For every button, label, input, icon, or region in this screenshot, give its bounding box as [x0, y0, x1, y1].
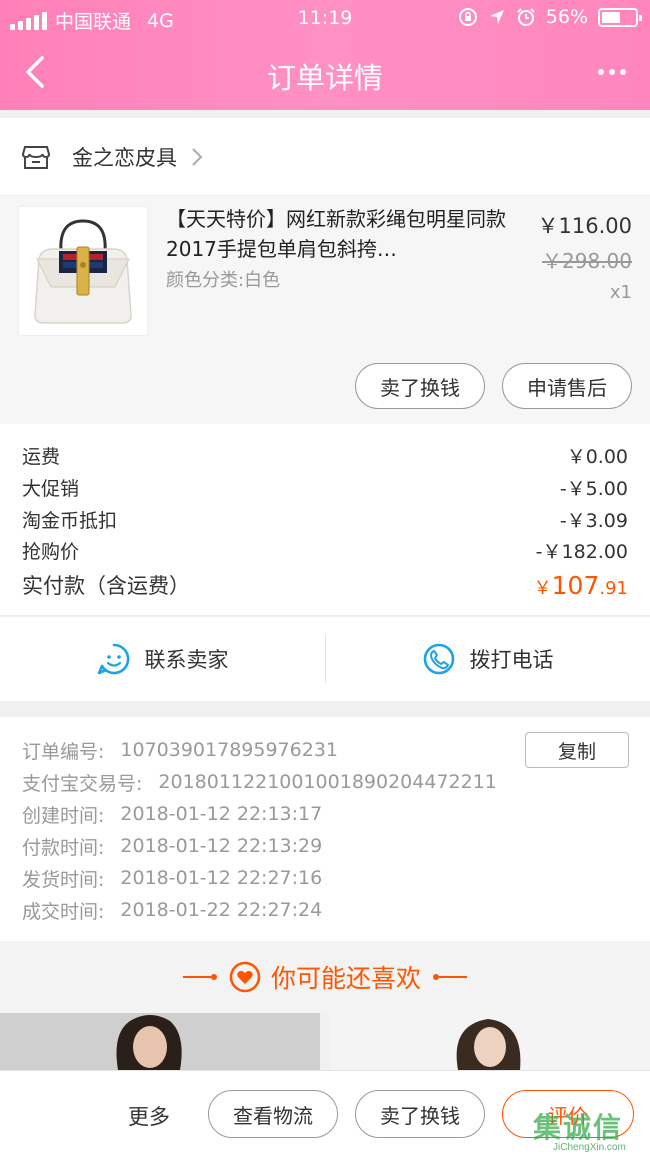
completed-time-value: 2018-01-22 22:27:24 — [120, 899, 323, 921]
recommend-item-image[interactable] — [330, 1013, 650, 1070]
decor-line-left — [182, 974, 217, 980]
total-amount: ￥107.91 — [534, 571, 628, 600]
watermark-logo: 集诚信 JiChengXin.com — [533, 1106, 650, 1156]
product-title[interactable]: 【天天特价】网红新款彩绳包明星同款2017手提包单肩包斜挎… — [166, 204, 506, 264]
recommend-header: 你可能还喜欢 — [0, 941, 650, 1013]
completed-time-row: 成交时间: 2018-01-22 22:27:24 — [22, 895, 322, 925]
cost-value: -￥182.00 — [535, 540, 628, 563]
more-dots-icon[interactable] — [592, 52, 632, 92]
product-item[interactable]: 【天天特价】网红新款彩绳包明星同款2017手提包单肩包斜挎… 颜色分类:白色 ￥… — [0, 196, 650, 424]
total-currency: ￥ — [533, 577, 552, 599]
cost-row-flash-price: 抢购价 -￥182.00 — [22, 534, 628, 566]
status-right: 56% — [458, 6, 642, 28]
view-logistics-button[interactable]: 查看物流 — [208, 1090, 338, 1138]
store-icon — [22, 145, 50, 169]
phone-icon — [423, 643, 454, 675]
info-label: 付款时间: — [22, 836, 105, 859]
cost-value: -￥3.09 — [559, 509, 628, 532]
contact-bar: 联系卖家 拨打电话 — [0, 617, 650, 701]
order-number-row: 订单编号: 107039017895976231 — [22, 735, 338, 765]
chevron-right-icon — [192, 147, 203, 166]
info-label: 支付宝交易号: — [22, 772, 143, 795]
product-quantity: x1 — [609, 282, 632, 303]
sell-for-cash-button[interactable]: 卖了换钱 — [355, 363, 485, 409]
product-price: ￥116.00 — [537, 214, 632, 238]
paid-time-value: 2018-01-12 22:13:29 — [120, 835, 323, 857]
call-phone-label: 拨打电话 — [469, 648, 554, 672]
order-number-value: 107039017895976231 — [120, 739, 338, 761]
info-label: 发货时间: — [22, 868, 105, 891]
shop-row[interactable]: 金之恋皮具 — [0, 118, 650, 196]
cost-row-promotion: 大促销 -￥5.00 — [22, 471, 628, 503]
product-image[interactable] — [18, 206, 148, 336]
alipay-trade-value: 2018011221001001890204472211 — [158, 771, 497, 793]
contact-seller-button[interactable]: 联系卖家 — [0, 617, 325, 701]
watermark-text: 集诚信 — [533, 1111, 624, 1144]
shop-name: 金之恋皮具 — [72, 145, 177, 170]
battery-percent: 56% — [545, 6, 588, 28]
location-arrow-icon — [489, 10, 504, 24]
copy-button[interactable]: 复制 — [525, 732, 629, 768]
cost-value: -￥5.00 — [559, 477, 628, 500]
chat-face-icon — [97, 643, 129, 675]
total-integer: 107 — [551, 570, 600, 600]
cost-label: 淘金币抵扣 — [22, 509, 118, 532]
contact-seller-label: 联系卖家 — [144, 648, 229, 672]
cost-summary: 运费 ￥0.00 大促销 -￥5.00 淘金币抵扣 -￥3.09 抢购价 -￥1… — [0, 424, 650, 616]
cost-row-total: 实付款（含运费） ￥107.91 — [22, 567, 628, 603]
total-label: 实付款（含运费） — [22, 574, 190, 598]
heart-icon — [229, 961, 261, 993]
cost-label: 大促销 — [22, 477, 80, 500]
after-sale-button[interactable]: 申请售后 — [502, 363, 632, 409]
recommend-title: 你可能还喜欢 — [270, 964, 421, 993]
header-bar: 中国联通 4G 11:19 56% 订单详情 — [0, 0, 650, 110]
recommend-item-image[interactable] — [0, 1013, 320, 1070]
more-button[interactable]: 更多 — [128, 1101, 170, 1131]
page-title: 订单详情 — [266, 61, 383, 95]
alarm-icon — [517, 8, 535, 26]
order-info: 订单编号: 107039017895976231 复制 支付宝交易号: 2018… — [0, 717, 650, 941]
battery-level — [602, 11, 620, 23]
original-price: ￥298.00 — [542, 249, 632, 273]
cost-label: 运费 — [22, 445, 61, 468]
status-bar: 中国联通 4G 11:19 56% — [0, 0, 650, 36]
cost-value: ￥0.00 — [566, 445, 628, 468]
created-time-value: 2018-01-12 22:13:17 — [120, 803, 323, 825]
handbag-image — [34, 219, 132, 324]
created-time-row: 创建时间: 2018-01-12 22:13:17 — [22, 799, 322, 829]
info-label: 成交时间: — [22, 900, 105, 923]
model-photo — [330, 1013, 650, 1070]
total-decimal: .91 — [599, 577, 628, 599]
rotation-lock-icon — [458, 8, 477, 26]
cost-row-coin-discount: 淘金币抵扣 -￥3.09 — [22, 503, 628, 535]
sell-for-cash-bottom-button[interactable]: 卖了换钱 — [355, 1090, 485, 1138]
paid-time-row: 付款时间: 2018-01-12 22:13:29 — [22, 831, 322, 861]
cost-row-shipping: 运费 ￥0.00 — [22, 439, 628, 471]
info-label: 创建时间: — [22, 804, 105, 827]
shipped-time-row: 发货时间: 2018-01-12 22:27:16 — [22, 863, 322, 893]
call-phone-button[interactable]: 拨打电话 — [325, 617, 650, 701]
product-attribute: 颜色分类:白色 — [166, 270, 281, 291]
info-label: 订单编号: — [22, 740, 105, 763]
watermark-domain: JiChengXin.com — [553, 1142, 626, 1153]
recommend-list — [0, 1013, 650, 1070]
alipay-trade-row: 支付宝交易号: 2018011221001001890204472211 — [22, 767, 497, 797]
shipped-time-value: 2018-01-12 22:27:16 — [120, 867, 323, 889]
battery-icon — [598, 7, 642, 27]
cost-label: 抢购价 — [22, 540, 80, 563]
model-photo — [0, 1013, 320, 1070]
decor-line-right — [433, 974, 467, 980]
